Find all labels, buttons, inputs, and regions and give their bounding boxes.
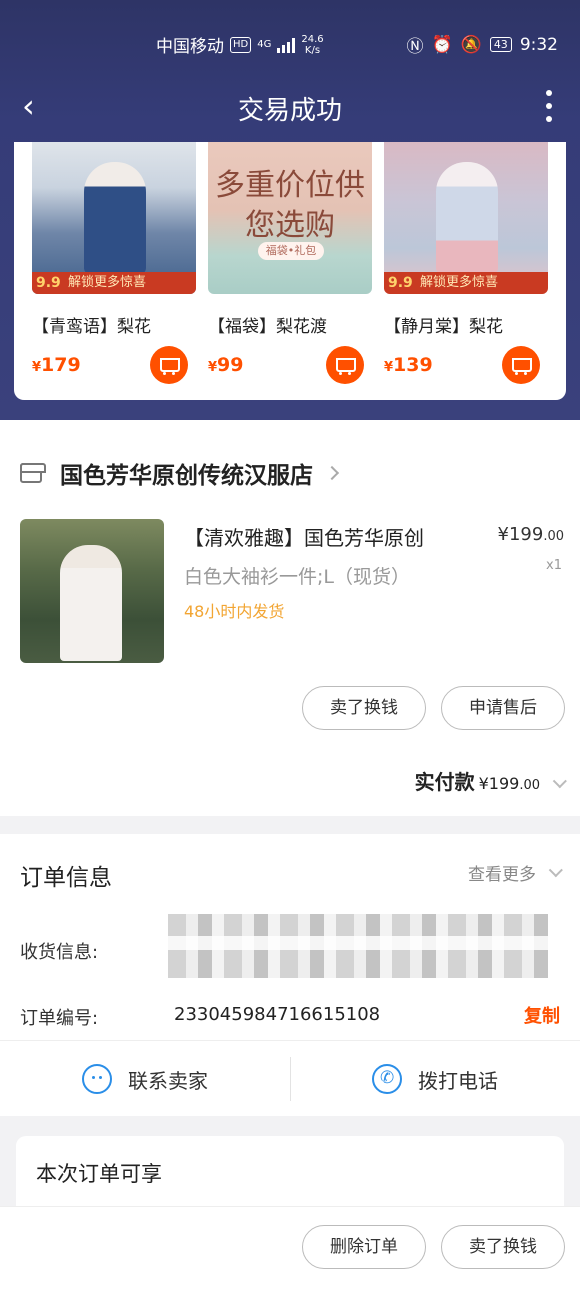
page-title: 交易成功	[237, 96, 342, 126]
chevron-down-icon	[548, 862, 563, 877]
chevron-right-icon	[324, 465, 340, 481]
mute-icon: 🔕	[460, 34, 482, 55]
contact-seller-button[interactable]: 联系卖家	[0, 1041, 290, 1117]
amount-paid-value: ¥199.00	[478, 774, 540, 793]
product-image[interactable]: 9.9 解锁更多惊喜	[384, 142, 548, 294]
bottom-action-bar: 删除订单 卖了换钱	[0, 1206, 580, 1289]
view-more-button[interactable]: 查看更多	[468, 860, 563, 885]
product-price: ¥179	[32, 354, 81, 376]
amount-paid[interactable]: 实付款 ¥199.00	[414, 766, 567, 795]
item-sku: 白色大袖衫一件;L（现货）	[184, 566, 410, 588]
promo-headline: 多重价位供您选购	[215, 168, 365, 243]
shop-header[interactable]: 国色芳华原创传统汉服店	[20, 456, 340, 490]
recommendation-item[interactable]: 多重价位供您选购 福袋•礼包 【福袋】梨花渡 ¥99	[208, 142, 372, 384]
recommendation-card: 9.9 解锁更多惊喜 【青鸾语】梨花 ¥179 多重价位供您选购 福袋•礼包 【…	[14, 142, 566, 400]
add-to-cart-icon[interactable]	[150, 346, 188, 384]
sell-for-cash-button[interactable]: 卖了换钱	[302, 686, 426, 730]
promo-pill: 福袋•礼包	[258, 242, 324, 260]
more-menu-icon[interactable]	[544, 90, 554, 122]
shipping-note: 48小时内发货	[184, 602, 285, 621]
delete-order-button[interactable]: 删除订单	[302, 1225, 426, 1269]
promo-banner: 9.9 解锁更多惊喜	[384, 272, 548, 294]
receiver-label: 收货信息:	[20, 942, 99, 963]
item-quantity: x1	[546, 558, 562, 573]
after-sale-button[interactable]: 申请售后	[441, 686, 565, 730]
clock: 9:32	[519, 34, 558, 55]
product-name[interactable]: 【静月棠】梨花	[384, 312, 554, 337]
product-name[interactable]: 【青鸾语】梨花	[32, 312, 202, 337]
product-price: ¥99	[208, 354, 244, 376]
contact-actions: 联系卖家 拨打电话	[0, 1040, 580, 1116]
product-price: ¥139	[384, 354, 433, 376]
chevron-down-icon	[552, 774, 567, 789]
recommendation-item[interactable]: 9.9 解锁更多惊喜 【静月棠】梨花 ¥139	[384, 142, 548, 384]
product-name[interactable]: 【福袋】梨花渡	[208, 312, 378, 337]
network-label: 4G	[257, 39, 272, 50]
signal-icon	[277, 37, 296, 53]
product-image[interactable]: 多重价位供您选购 福袋•礼包	[208, 142, 372, 294]
sell-for-cash-button[interactable]: 卖了换钱	[441, 1225, 565, 1269]
status-bar: 中国移动 HD 4G 24.6 K/s Ⓝ ⏰ 🔕 43 9:32	[0, 22, 580, 66]
network-speed: 24.6 K/s	[301, 33, 324, 56]
order-number-label: 订单编号:	[20, 1008, 99, 1029]
nfc-icon: Ⓝ	[406, 37, 424, 57]
shop-name[interactable]: 国色芳华原创传统汉服店	[60, 456, 313, 490]
amount-paid-label: 实付款	[414, 770, 475, 794]
item-title[interactable]: 【清欢雅趣】国色芳华原创	[184, 522, 424, 551]
promo-banner: 9.9 解锁更多惊喜	[32, 272, 196, 294]
alarm-icon: ⏰	[431, 34, 453, 55]
carrier-label: 中国移动	[156, 37, 224, 57]
add-to-cart-icon[interactable]	[502, 346, 540, 384]
benefit-title: 本次订单可享	[36, 1162, 162, 1186]
redacted-address	[168, 914, 548, 978]
item-thumbnail[interactable]	[20, 519, 164, 663]
benefit-card: 本次订单可享	[16, 1136, 564, 1216]
hd-badge: HD	[230, 36, 252, 53]
item-price: ¥199.00	[497, 524, 565, 545]
product-image[interactable]: 9.9 解锁更多惊喜	[32, 142, 196, 294]
recommendation-item[interactable]: 9.9 解锁更多惊喜 【青鸾语】梨花 ¥179	[32, 142, 196, 384]
order-shop-card: 国色芳华原创传统汉服店 【清欢雅趣】国色芳华原创 ¥199.00 白色大袖衫一件…	[0, 420, 580, 816]
phone-icon	[372, 1064, 402, 1094]
battery-icon: 43	[489, 37, 512, 52]
order-info-card: 订单信息 查看更多 收货信息: 订单编号: 2330459847166151​0…	[0, 834, 580, 1116]
order-number: 2330459847166151​08	[174, 1004, 381, 1025]
add-to-cart-icon[interactable]	[326, 346, 364, 384]
order-info-title: 订单信息	[20, 865, 112, 891]
store-icon	[20, 463, 46, 483]
copy-button[interactable]: 复制	[524, 1002, 560, 1028]
call-button[interactable]: 拨打电话	[290, 1041, 580, 1117]
chat-face-icon	[82, 1064, 112, 1094]
nav-bar: ‹ 交易成功	[0, 78, 580, 138]
